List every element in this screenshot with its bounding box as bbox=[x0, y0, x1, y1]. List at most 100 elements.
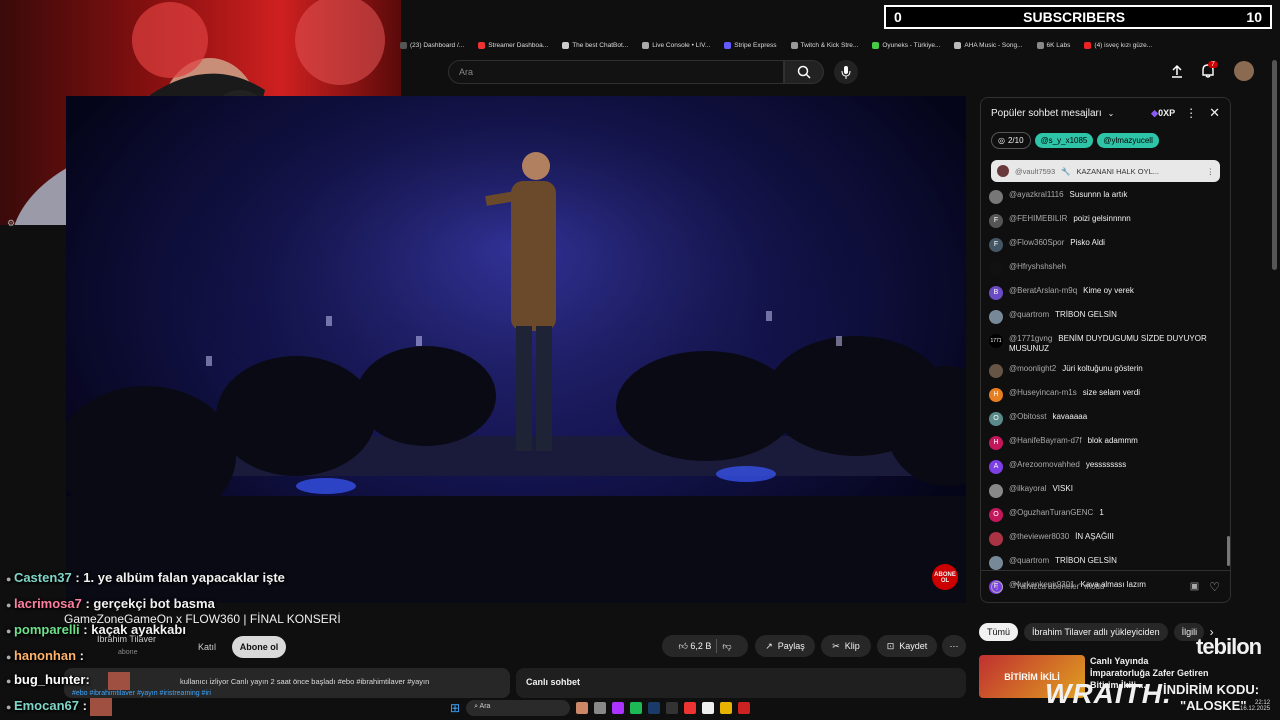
chat-message-body: @ayazkral1116 Susunnn la artık bbox=[1009, 190, 1127, 200]
bookmark-item[interactable]: AHA Music - Song... bbox=[954, 41, 1023, 49]
bookmark-favicon-icon bbox=[478, 41, 486, 49]
windows-start-icon[interactable]: ⊞ bbox=[450, 701, 460, 715]
info-icon[interactable]: i bbox=[991, 580, 1003, 593]
chat-message[interactable]: O @Obitosst kavaaaaa bbox=[981, 412, 1230, 426]
super-chat-icon[interactable]: ▣ bbox=[1190, 581, 1199, 592]
video-player[interactable]: ABONE OL bbox=[66, 96, 966, 603]
like-button[interactable]: 👍︎ 6,2 B bbox=[678, 641, 711, 652]
bookmark-item[interactable]: Stripe Express bbox=[724, 41, 777, 49]
chat-message[interactable]: O @OguzhanTuranGENC 1 bbox=[981, 508, 1230, 522]
clip-button[interactable]: ✂ Klip bbox=[821, 635, 871, 657]
taskbar-app-icon[interactable] bbox=[702, 702, 715, 714]
chat-message[interactable]: @theviewer8030 İN AŞAĞIII bbox=[981, 532, 1230, 546]
chat-message-body: @theviewer8030 İN AŞAĞIII bbox=[1009, 532, 1114, 542]
bookmark-item[interactable]: Live Console • LIV... bbox=[642, 41, 710, 49]
subscriber-goal-overlay: 0 SUBSCRIBERS 10 bbox=[884, 5, 1272, 29]
chat-message-body: @ilkayoral VISKI bbox=[1009, 484, 1073, 494]
more-actions-button[interactable]: ⋯ bbox=[942, 635, 966, 657]
bookmark-favicon-icon bbox=[1036, 41, 1044, 49]
chat-message-body: @1771gvng BENİM DUYDUGUMU SİZDE DUYUYOR M… bbox=[1009, 334, 1222, 354]
dislike-button[interactable]: 👎︎ bbox=[722, 641, 731, 652]
bookmark-label: Twitch & Kick Stre... bbox=[800, 41, 859, 49]
join-button[interactable]: Katıl bbox=[186, 636, 228, 658]
chat-scrollbar[interactable] bbox=[1227, 536, 1230, 566]
bookmark-item[interactable]: (23) Dashboard /... bbox=[400, 41, 465, 49]
chat-message[interactable]: H @Huseyincan-m1s size selam verdi bbox=[981, 388, 1230, 402]
taskbar-app-icon[interactable] bbox=[594, 702, 607, 714]
chat-message[interactable]: F @Flow360Spor Pisko Aldi bbox=[981, 238, 1230, 252]
bookmark-item[interactable]: (4) isveç kızı güze... bbox=[1084, 41, 1152, 49]
heart-icon[interactable]: ♡ bbox=[1209, 580, 1220, 594]
chat-message[interactable]: F @FEHIMEBILIR poizi gelsinnnnn bbox=[981, 214, 1230, 228]
taskbar-app-icon[interactable] bbox=[630, 702, 643, 714]
overlay-chat-user: Casten37 bbox=[13, 570, 72, 585]
notifications-button[interactable]: 7 bbox=[1200, 61, 1218, 84]
top-chatter-2[interactable]: @ylmazyucell bbox=[1097, 132, 1159, 148]
overlay-chat-line: ● Casten37 : 1. ye albüm falan yapacakla… bbox=[6, 570, 285, 585]
subscriber-count-left: 0 bbox=[894, 9, 902, 25]
xp-badge[interactable]: ◆0XP bbox=[1151, 108, 1175, 119]
more-options-icon[interactable]: ⋮ bbox=[1185, 106, 1197, 120]
subscribe-watermark[interactable]: ABONE OL bbox=[932, 564, 958, 590]
chat-message[interactable]: @moonlight2 Jüri koltuğunu gösterin bbox=[981, 364, 1230, 378]
bookmark-item[interactable]: 6K Labs bbox=[1036, 41, 1070, 49]
chat-text: Jüri koltuğunu gösterin bbox=[1062, 364, 1143, 373]
taskbar-app-icon[interactable] bbox=[648, 702, 661, 714]
chip-all[interactable]: Tümü bbox=[979, 623, 1019, 641]
chat-message[interactable]: @quartrom TRİBON GELSİN bbox=[981, 310, 1230, 324]
taskbar-app-icon[interactable] bbox=[738, 702, 751, 714]
share-button[interactable]: ↗ Paylaş bbox=[755, 635, 815, 657]
top-chatter-1[interactable]: @s_y_x1085 bbox=[1034, 132, 1094, 148]
chat-author: @moonlight2 bbox=[1009, 364, 1057, 373]
bookmark-item[interactable]: Streamer Dashboa... bbox=[478, 41, 549, 49]
share-icon: ↗ bbox=[765, 640, 773, 651]
chat-badge-icon: ● bbox=[6, 702, 14, 712]
subscribe-button[interactable]: Abone ol bbox=[232, 636, 286, 658]
voice-search-button[interactable] bbox=[834, 60, 858, 84]
live-chat-replay-box[interactable]: Canlı sohbet bbox=[516, 668, 966, 698]
chat-author: @Obitosst bbox=[1009, 412, 1047, 421]
chat-badge-icon: ● bbox=[6, 652, 14, 662]
chat-message[interactable]: @quartrom TRİBON GELSİN bbox=[981, 556, 1230, 570]
upload-button[interactable] bbox=[1170, 64, 1184, 83]
search-input[interactable]: Ara bbox=[448, 60, 784, 84]
taskbar-app-icon[interactable] bbox=[576, 702, 589, 714]
pinned-message[interactable]: @vault7593 🔧 KAZANANI HALK OYL... ⋮ bbox=[991, 160, 1220, 182]
taskbar-app-icon[interactable] bbox=[612, 702, 625, 714]
chat-message[interactable]: B @BeratArslan-m9q Kime oy verek bbox=[981, 286, 1230, 300]
chip-uploader[interactable]: İbrahim Tilaver adlı yükleyiciden bbox=[1024, 623, 1168, 641]
save-button[interactable]: ⊡ Kaydet bbox=[877, 635, 937, 657]
chat-avatar: H bbox=[989, 388, 1003, 402]
taskbar-app-icon[interactable] bbox=[720, 702, 733, 714]
overlay-chat-text: : kaçak ayakkabı bbox=[79, 622, 186, 637]
bookmark-item[interactable]: Oyuneks - Türkiye... bbox=[872, 41, 940, 49]
chat-message[interactable]: 1771 @1771gvng BENİM DUYDUGUMU SİZDE DUYUY… bbox=[981, 334, 1230, 354]
chat-message[interactable]: @Hfryshshsheh bbox=[981, 262, 1230, 276]
taskbar-search[interactable]: ⌕ Ara bbox=[466, 700, 571, 716]
chat-message-body: @Huseyincan-m1s size selam verdi bbox=[1009, 388, 1140, 398]
chat-author: @OguzhanTuranGENC bbox=[1009, 508, 1094, 517]
chat-message[interactable]: A @Arezoomovahhed yessssssss bbox=[981, 460, 1230, 474]
chat-mode-dropdown[interactable]: Popüler sohbet mesajları bbox=[991, 108, 1102, 119]
chat-message[interactable]: @ilkayoral VISKI bbox=[981, 484, 1230, 498]
bookmark-label: (23) Dashboard /... bbox=[410, 41, 465, 49]
chat-message-body: @Arezoomovahhed yessssssss bbox=[1009, 460, 1126, 470]
search-button[interactable] bbox=[784, 60, 824, 84]
bookmark-item[interactable]: The best ChatBot... bbox=[562, 41, 628, 49]
chat-avatar: F bbox=[989, 214, 1003, 228]
chat-message[interactable]: @ayazkral1116 Susunnn la artık bbox=[981, 190, 1230, 204]
avatar[interactable] bbox=[1234, 61, 1254, 81]
taskbar-app-icon[interactable] bbox=[666, 702, 679, 714]
description-stats: kullanıcı izliyor Canlı yayın 2 saat önc… bbox=[180, 677, 430, 686]
bookmark-item[interactable]: Twitch & Kick Stre... bbox=[790, 41, 859, 49]
description-hashtags[interactable]: #ebo #ibrahimtilaver #yayın #iristreamin… bbox=[72, 690, 211, 697]
chat-message[interactable]: H @HanifeBayram-d7f blok adammm bbox=[981, 436, 1230, 450]
settings-icon[interactable]: ⚙ bbox=[7, 218, 15, 229]
chat-progress[interactable]: ◎ 2/10 bbox=[991, 131, 1031, 149]
chat-avatar bbox=[989, 310, 1003, 324]
close-icon[interactable]: ✕ bbox=[1209, 105, 1220, 121]
bookmark-label: Streamer Dashboa... bbox=[488, 41, 549, 49]
taskbar-app-icon[interactable] bbox=[684, 702, 697, 714]
page-scrollbar[interactable] bbox=[1272, 60, 1277, 270]
chat-badge-icon: ● bbox=[6, 574, 14, 584]
